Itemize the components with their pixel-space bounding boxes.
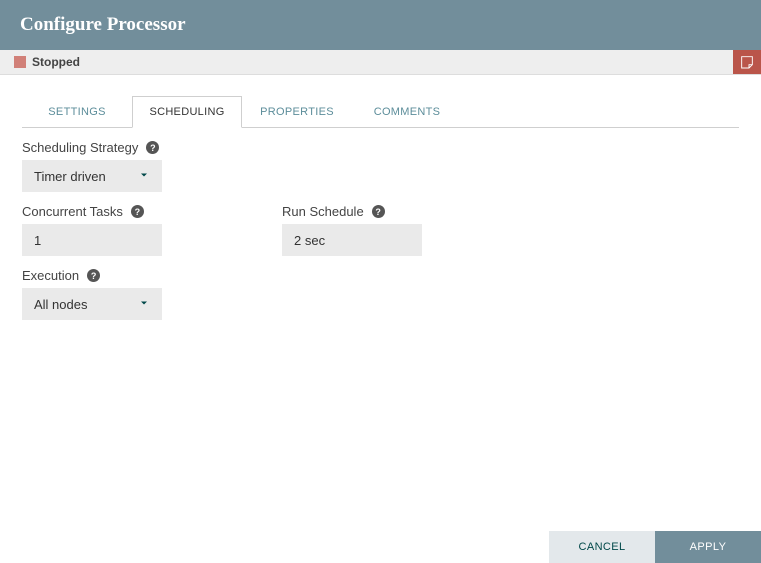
status-bar: Stopped [0,50,761,75]
execution-select[interactable]: All nodes [22,288,162,320]
concurrent-tasks-input[interactable] [22,224,162,256]
help-icon[interactable]: ? [146,141,159,154]
label-text: Concurrent Tasks [22,204,123,219]
tab-scheduling[interactable]: SCHEDULING [132,96,242,128]
tab-settings[interactable]: SETTINGS [22,96,132,128]
label-scheduling-strategy: Scheduling Strategy ? [22,140,232,155]
label-text: Execution [22,268,79,283]
select-value: Timer driven [34,169,106,184]
run-schedule-input[interactable] [282,224,422,256]
help-icon[interactable]: ? [131,205,144,218]
tabs-row: SETTINGS SCHEDULING PROPERTIES COMMENTS [22,95,739,128]
apply-button[interactable]: APPLY [655,531,761,563]
field-run-schedule: Run Schedule ? [282,204,492,256]
dialog-title: Configure Processor [20,14,186,35]
tab-properties[interactable]: PROPERTIES [242,96,352,128]
label-text: Scheduling Strategy [22,140,138,155]
dialog-footer: CANCEL APPLY [549,531,761,563]
label-concurrent-tasks: Concurrent Tasks ? [22,204,232,219]
row-execution: Execution ? All nodes [22,268,739,320]
note-icon [739,54,755,70]
field-scheduling-strategy: Scheduling Strategy ? Timer driven [22,140,232,192]
help-icon[interactable]: ? [87,269,100,282]
scheduling-strategy-select[interactable]: Timer driven [22,160,162,192]
tab-comments[interactable]: COMMENTS [352,96,462,128]
cancel-button[interactable]: CANCEL [549,531,655,563]
row-tasks-schedule: Concurrent Tasks ? Run Schedule ? [22,204,739,256]
stopped-icon [14,56,26,68]
configure-processor-dialog: Configure Processor Stopped SETTINGS SCH… [0,0,761,563]
chevron-down-icon [138,169,150,184]
status-text: Stopped [32,55,80,69]
label-text: Run Schedule [282,204,364,219]
help-icon[interactable]: ? [372,205,385,218]
scheduling-content: Scheduling Strategy ? Timer driven Concu… [0,128,761,563]
comments-toggle-button[interactable] [733,50,761,74]
row-scheduling-strategy: Scheduling Strategy ? Timer driven [22,140,739,192]
field-execution: Execution ? All nodes [22,268,232,320]
dialog-header: Configure Processor [0,0,761,50]
chevron-down-icon [138,297,150,312]
label-execution: Execution ? [22,268,232,283]
select-value: All nodes [34,297,87,312]
label-run-schedule: Run Schedule ? [282,204,492,219]
field-concurrent-tasks: Concurrent Tasks ? [22,204,232,256]
